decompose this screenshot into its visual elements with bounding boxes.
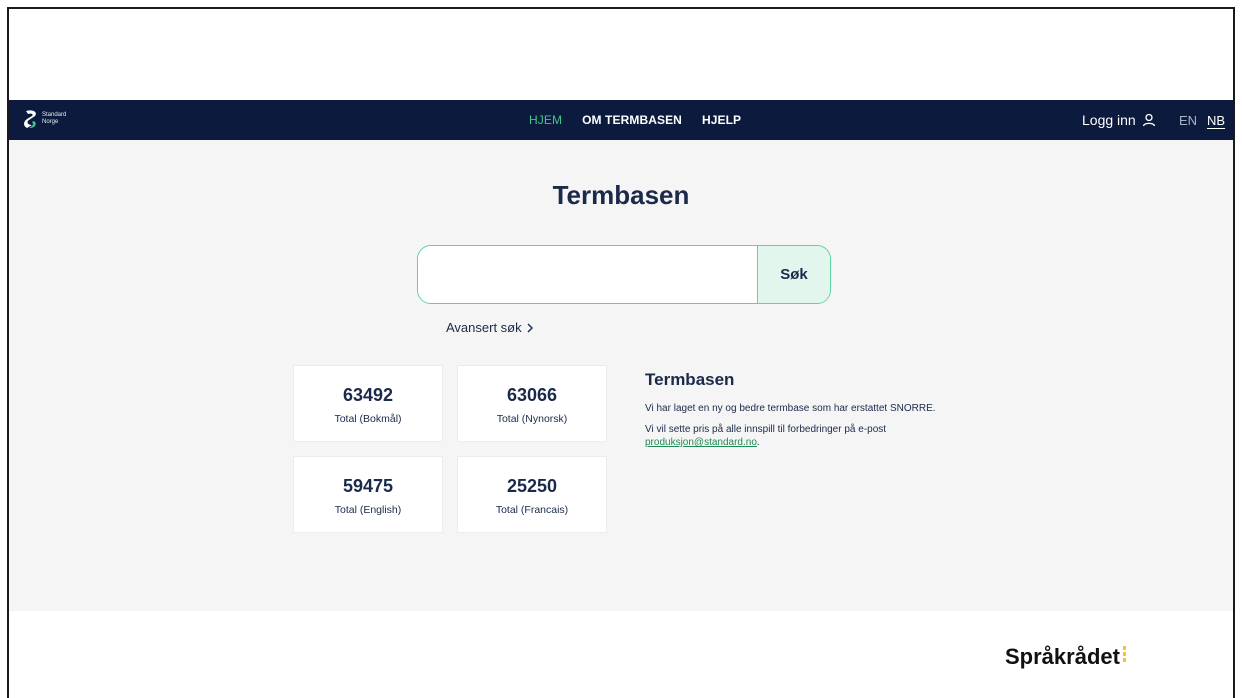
nav-item-om-termbasen[interactable]: OM TERMBASEN: [582, 113, 682, 127]
advanced-search-link[interactable]: Avansert søk: [446, 320, 534, 335]
language-nb[interactable]: NB: [1207, 100, 1225, 140]
stat-label: Total (Francais): [495, 504, 569, 516]
main-nav: HJEM OM TERMBASEN HJELP: [529, 100, 761, 140]
sprakradet-dots-icon: [1122, 646, 1126, 664]
login-label: Logg inn: [1082, 112, 1136, 128]
stat-label: Total (English): [334, 504, 402, 516]
page-title: Termbasen: [552, 180, 690, 210]
stat-value: 63066: [506, 385, 558, 405]
language-en[interactable]: EN: [1179, 100, 1197, 140]
search-button[interactable]: Søk: [757, 246, 830, 303]
top-navbar: Standard Norge HJEM OM TERMBASEN HJELP L…: [9, 100, 1233, 140]
user-icon: [1142, 113, 1155, 127]
email-link[interactable]: produksjon@standard.no: [645, 437, 757, 448]
info-paragraph-2: Vi vil sette pris på alle innspill til f…: [645, 423, 945, 449]
nav-item-hjelp[interactable]: HJELP: [702, 113, 741, 127]
stat-card-english: 59475 Total (English): [293, 456, 443, 533]
logo-line-2: Norge: [42, 119, 59, 125]
stat-value: 59475: [342, 476, 394, 496]
info-section: Termbasen Vi har laget en ny og bedre te…: [645, 370, 945, 457]
logo-line-1: Standard: [42, 112, 67, 118]
stat-label: Total (Nynorsk): [496, 413, 568, 425]
stat-card-nynorsk: 63066 Total (Nynorsk): [457, 365, 607, 442]
info-title: Termbasen: [645, 370, 735, 389]
standard-norge-logo[interactable]: Standard Norge: [23, 109, 66, 129]
info-paragraph-1: Vi har laget en ny og bedre termbase som…: [645, 403, 936, 414]
standard-norge-logo-icon: [24, 110, 36, 128]
stat-card-bokmal: 63492 Total (Bokmål): [293, 365, 443, 442]
stat-value: 63492: [342, 385, 394, 405]
advanced-search-label: Avansert søk: [446, 320, 522, 335]
stat-value: 25250: [506, 476, 558, 496]
logo-text: Standard Norge: [42, 112, 66, 126]
stat-card-francais: 25250 Total (Francais): [457, 456, 607, 533]
search-input[interactable]: [418, 246, 758, 303]
sprakradet-logo-text: Språkrådet: [1005, 644, 1120, 669]
login-button[interactable]: Logg inn: [1082, 100, 1156, 140]
sprakradet-logo[interactable]: Språkrådet: [1005, 644, 1126, 670]
stat-label: Total (Bokmål): [334, 413, 402, 425]
chevron-right-icon: [527, 323, 533, 332]
search-box: Søk: [417, 245, 831, 304]
browser-frame: Standard Norge HJEM OM TERMBASEN HJELP L…: [7, 7, 1235, 698]
main-content: Termbasen Søk Avansert søk 63492 Total (…: [9, 140, 1233, 611]
info-paragraph-2-text: Vi vil sette pris på alle innspill til f…: [645, 424, 887, 435]
nav-item-hjem[interactable]: HJEM: [529, 113, 562, 127]
info-paragraph-2-end: .: [756, 437, 760, 448]
